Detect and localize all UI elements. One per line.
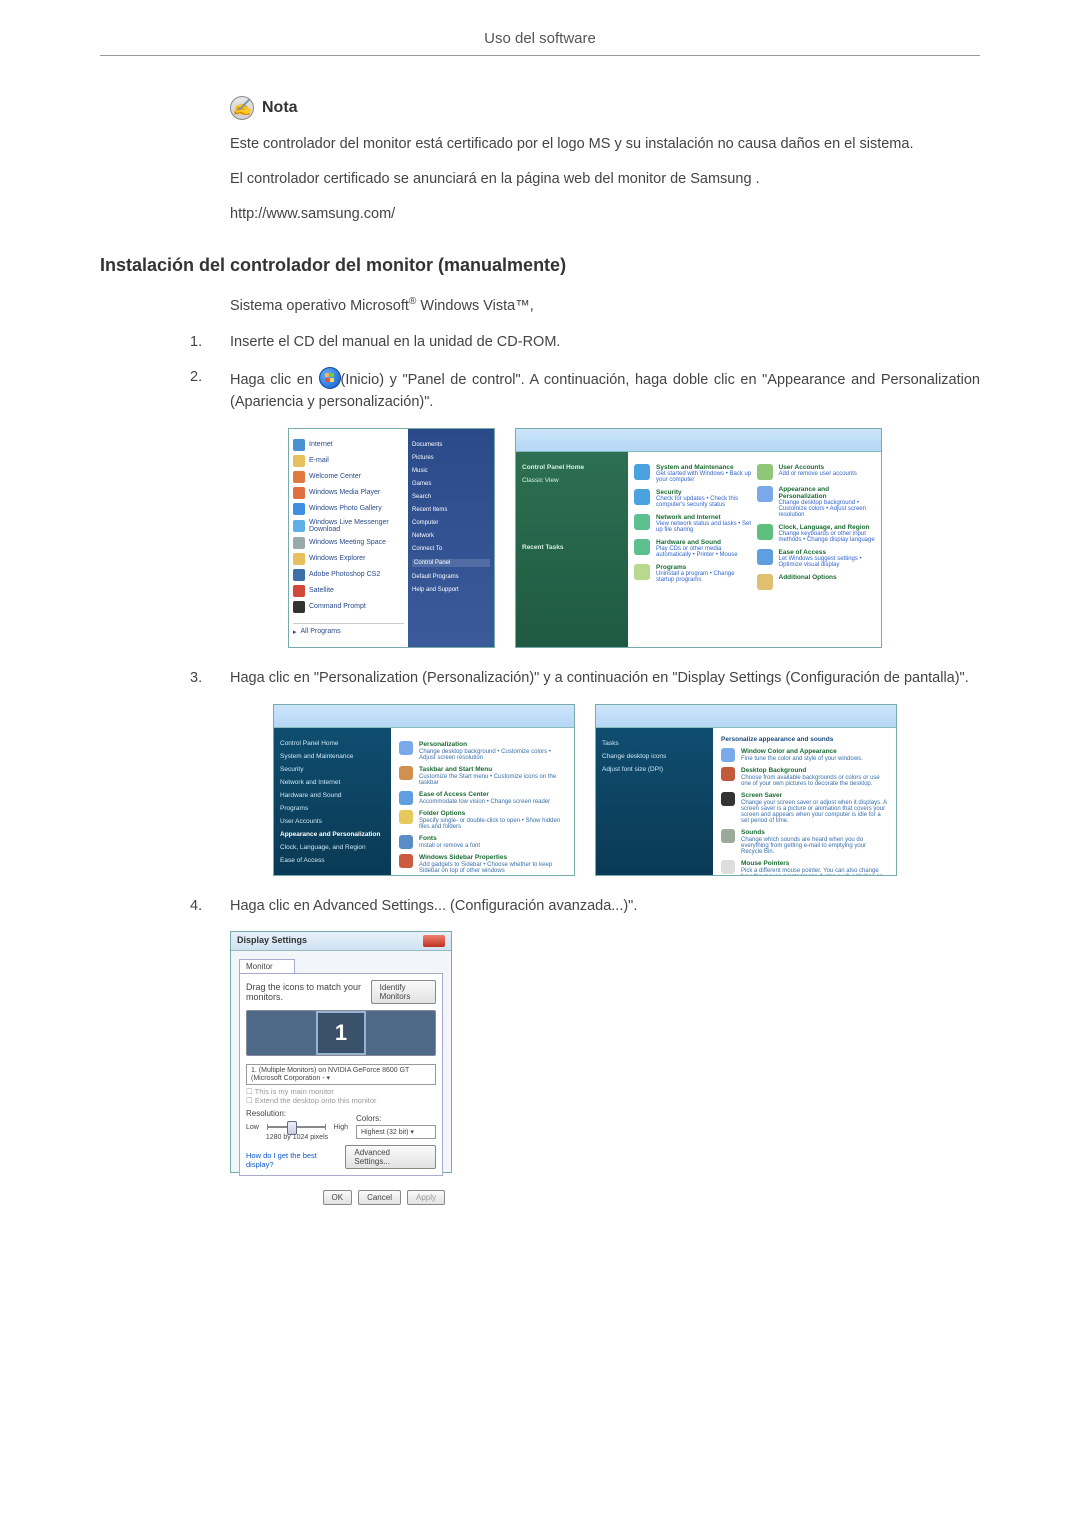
resolution-value: 1280 by 1024 pixels xyxy=(246,1134,348,1141)
dialog-title: Display Settings xyxy=(237,935,307,947)
step-4-number: 4. xyxy=(190,896,230,918)
start-menu-right: Documents Pictures Music Games Search Re… xyxy=(408,429,494,647)
page-header: Uso del software xyxy=(100,30,980,56)
appearance-sidebar: Control Panel Home System and Maintenanc… xyxy=(274,728,391,876)
monitor-tab[interactable]: Monitor xyxy=(239,959,295,973)
colors-label: Colors: xyxy=(356,1114,436,1123)
os-suffix: Windows Vista™, xyxy=(416,298,533,314)
control-panel-categories: System and MaintenanceGet started with W… xyxy=(628,452,881,648)
step-3-number: 3. xyxy=(190,668,230,690)
drag-text: Drag the icons to match your monitors. xyxy=(246,982,371,1002)
screenshot-row-2: Control Panel Home System and Maintenanc… xyxy=(190,704,980,876)
resolution-label: Resolution: xyxy=(246,1109,348,1118)
monitor-preview[interactable]: 1 xyxy=(246,1010,436,1056)
step-1-text: Inserte el CD del manual en la unidad de… xyxy=(230,332,980,354)
step-2-before: Haga clic en xyxy=(230,372,319,388)
advanced-settings-button[interactable]: Advanced Settings... xyxy=(345,1145,436,1169)
check-extend-desktop: Extend the desktop onto this monitor xyxy=(255,1096,377,1105)
ok-button[interactable]: OK xyxy=(323,1190,353,1205)
start-menu-left: Internet E-mail Welcome Center Windows M… xyxy=(289,429,408,647)
cancel-button[interactable]: Cancel xyxy=(358,1190,401,1205)
personalization-items: Personalize appearance and sounds Window… xyxy=(713,728,896,876)
screenshot-display-settings: Display Settings Monitor Drag the icons … xyxy=(230,931,452,1173)
personalization-sidebar: Tasks Change desktop icons Adjust font s… xyxy=(596,728,713,876)
screenshot-row-1: Internet E-mail Welcome Center Windows M… xyxy=(190,428,980,648)
appearance-items: PersonalizationChange desktop background… xyxy=(391,728,574,876)
step-2-after: (Inicio) y "Panel de control". A continu… xyxy=(230,372,980,410)
res-high: High xyxy=(334,1124,348,1131)
res-low: Low xyxy=(246,1124,259,1131)
screenshot-appearance-panel: Control Panel Home System and Maintenanc… xyxy=(273,704,575,876)
screenshot-personalization-panel: Tasks Change desktop icons Adjust font s… xyxy=(595,704,897,876)
note-paragraph-1: Este controlador del monitor está certif… xyxy=(230,134,980,155)
close-icon[interactable] xyxy=(423,935,445,947)
check-main-monitor: This is my main monitor xyxy=(255,1087,334,1096)
os-prefix: Sistema operativo Microsoft xyxy=(230,298,409,314)
os-line: Sistema operativo Microsoft® Windows Vis… xyxy=(230,294,980,318)
note-icon: ✍ xyxy=(230,96,254,120)
control-panel-sidebar: Control Panel Home Classic View Recent T… xyxy=(516,452,628,648)
note-block: ✍ Nota Este controlador del monitor está… xyxy=(230,96,980,225)
windows-start-icon xyxy=(319,367,341,389)
step-2-text: Haga clic en (Inicio) y "Panel de contro… xyxy=(230,367,980,414)
step-1-number: 1. xyxy=(190,332,230,354)
screenshot-control-panel: Control Panel Home Classic View Recent T… xyxy=(515,428,882,648)
colors-select[interactable]: Highest (32 bit) ▾ xyxy=(356,1125,436,1139)
note-paragraph-2: El controlador certificado se anunciará … xyxy=(230,169,980,190)
identify-monitors-button[interactable]: Identify Monitors xyxy=(371,980,436,1004)
help-link[interactable]: How do I get the best display? xyxy=(246,1151,345,1169)
section-heading: Instalación del controlador del monitor … xyxy=(100,255,980,276)
step-3-text: Haga clic en "Personalization (Personali… xyxy=(230,668,980,690)
monitor-icon: 1 xyxy=(316,1011,366,1055)
apply-button[interactable]: Apply xyxy=(407,1190,445,1205)
resolution-slider[interactable] xyxy=(267,1126,326,1128)
step-2-number: 2. xyxy=(190,367,230,414)
note-label: Nota xyxy=(262,99,298,117)
screenshot-start-menu: Internet E-mail Welcome Center Windows M… xyxy=(288,428,495,648)
note-url: http://www.samsung.com/ xyxy=(230,204,980,225)
monitor-select[interactable]: 1. (Multiple Monitors) on NVIDIA GeForce… xyxy=(246,1064,436,1085)
step-4-text: Haga clic en Advanced Settings... (Confi… xyxy=(230,896,980,918)
